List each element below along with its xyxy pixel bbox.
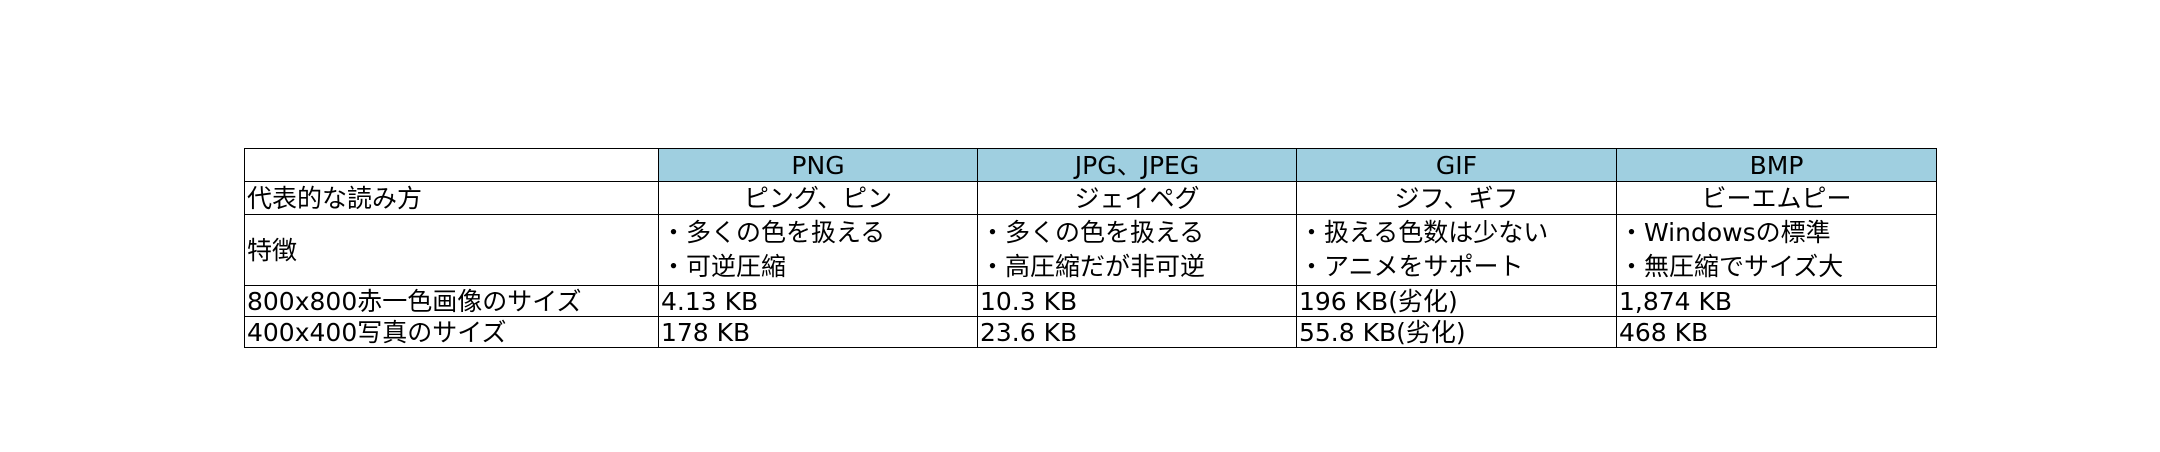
- row-label-size-800[interactable]: 800x800赤一色画像のサイズ: [244, 285, 659, 317]
- cell-size-800-jpg[interactable]: 10.3 KB: [977, 285, 1297, 317]
- cell-size-800-gif[interactable]: 196 KB(劣化): [1296, 285, 1617, 317]
- header-corner-cell[interactable]: [244, 148, 659, 182]
- feature-line: ・高圧縮だが非可逆: [980, 252, 1206, 281]
- row-label-size-400[interactable]: 400x400写真のサイズ: [244, 316, 659, 348]
- image-format-comparison-table: PNG JPG、JPEG GIF BMP 代表的な読み方 ピング、ピン ジェイペ…: [244, 148, 1937, 348]
- table-row-features: 特徴 ・多くの色を扱える ・可逆圧縮 ・多くの色を扱える ・高圧縮だが非可逆 ・…: [244, 214, 1937, 286]
- cell-size-400-bmp[interactable]: 468 KB: [1616, 316, 1937, 348]
- header-cell-png[interactable]: PNG: [658, 148, 978, 182]
- feature-line: ・扱える色数は少ない: [1299, 218, 1549, 247]
- table-row-size-800: 800x800赤一色画像のサイズ 4.13 KB 10.3 KB 196 KB(…: [244, 285, 1937, 317]
- cell-size-800-bmp[interactable]: 1,874 KB: [1616, 285, 1937, 317]
- row-label-features[interactable]: 特徴: [244, 214, 659, 286]
- header-cell-jpg[interactable]: JPG、JPEG: [977, 148, 1297, 182]
- cell-size-400-gif[interactable]: 55.8 KB(劣化): [1296, 316, 1617, 348]
- feature-line: ・多くの色を扱える: [661, 218, 886, 247]
- feature-line: ・可逆圧縮: [661, 252, 787, 281]
- cell-size-800-png[interactable]: 4.13 KB: [658, 285, 978, 317]
- cell-features-jpg[interactable]: ・多くの色を扱える ・高圧縮だが非可逆: [977, 214, 1297, 286]
- cell-size-400-jpg[interactable]: 23.6 KB: [977, 316, 1297, 348]
- feature-line: ・Windowsの標準: [1619, 218, 1831, 247]
- row-label-reading[interactable]: 代表的な読み方: [244, 181, 659, 215]
- cell-size-400-png[interactable]: 178 KB: [658, 316, 978, 348]
- cell-features-bmp[interactable]: ・Windowsの標準 ・無圧縮でサイズ大: [1616, 214, 1937, 286]
- cell-reading-bmp[interactable]: ビーエムピー: [1616, 181, 1937, 215]
- cell-reading-jpg[interactable]: ジェイペグ: [977, 181, 1297, 215]
- table-header-row: PNG JPG、JPEG GIF BMP: [244, 148, 1937, 182]
- header-cell-gif[interactable]: GIF: [1296, 148, 1617, 182]
- cell-reading-gif[interactable]: ジフ、ギフ: [1296, 181, 1617, 215]
- feature-line: ・無圧縮でサイズ大: [1619, 252, 1844, 281]
- cell-reading-png[interactable]: ピング、ピン: [658, 181, 978, 215]
- feature-line: ・多くの色を扱える: [980, 218, 1205, 247]
- table-row-size-400: 400x400写真のサイズ 178 KB 23.6 KB 55.8 KB(劣化)…: [244, 316, 1937, 348]
- table-row-reading: 代表的な読み方 ピング、ピン ジェイペグ ジフ、ギフ ビーエムピー: [244, 181, 1937, 215]
- feature-line: ・アニメをサポート: [1299, 252, 1524, 281]
- cell-features-png[interactable]: ・多くの色を扱える ・可逆圧縮: [658, 214, 978, 286]
- header-cell-bmp[interactable]: BMP: [1616, 148, 1937, 182]
- cell-features-gif[interactable]: ・扱える色数は少ない ・アニメをサポート: [1296, 214, 1617, 286]
